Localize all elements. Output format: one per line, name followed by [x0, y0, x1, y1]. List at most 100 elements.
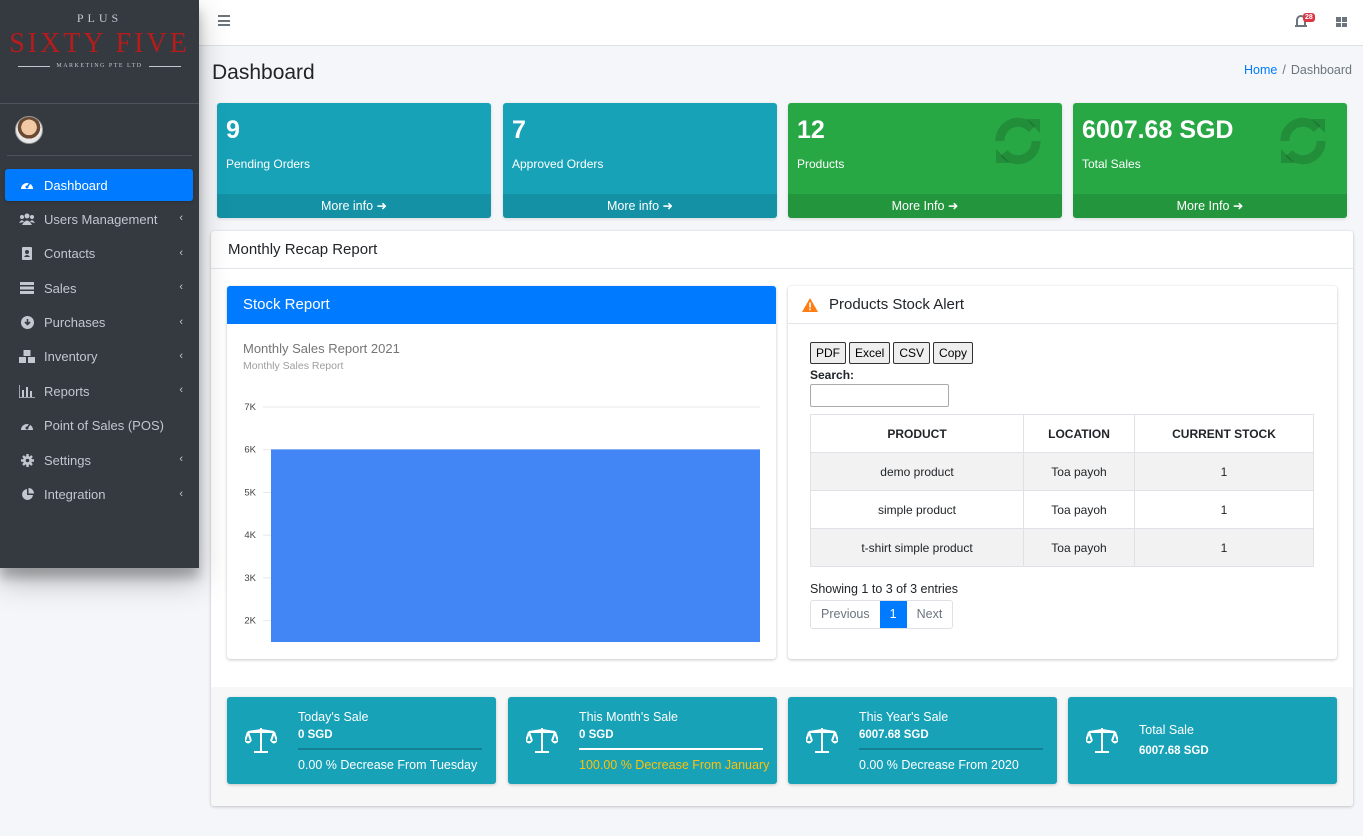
stat-label: Total Sales — [1082, 157, 1141, 171]
tachometer-icon — [19, 419, 35, 433]
progress-bar — [298, 748, 482, 750]
balance-scale-icon — [1086, 728, 1118, 753]
total-sale-box: Total Sale 6007.68 SGD — [1068, 697, 1337, 784]
chevron-left-icon: ‹ — [179, 246, 183, 259]
sidebar-item-users-management[interactable]: Users Management ‹ — [5, 203, 193, 235]
search-input[interactable] — [810, 384, 949, 407]
stat-label: Products — [797, 157, 845, 171]
brand-top: PLUS — [76, 11, 123, 25]
table-cell: 1 — [1134, 452, 1314, 491]
warning-icon — [802, 297, 818, 312]
address-book-icon — [19, 247, 35, 261]
table-row: t-shirt simple product Toa payoh 1 — [810, 528, 1314, 567]
chevron-left-icon: ‹ — [179, 281, 183, 294]
brand-logo[interactable]: PLUS SIXTY FIVE MARKETING PTE LTD — [0, 0, 199, 104]
table-cell: t-shirt simple product — [810, 528, 1024, 567]
csv-button[interactable]: CSV — [893, 342, 931, 364]
table-cell: Toa payoh — [1023, 490, 1135, 529]
table-cell: simple product — [810, 490, 1024, 529]
info-box-title: Today's Sale — [298, 710, 369, 724]
stat-label: Pending Orders — [226, 157, 311, 171]
users-icon — [19, 212, 35, 226]
balance-scale-icon — [526, 728, 558, 753]
top-navbar: 28 — [199, 0, 1363, 46]
stat-box-total-sales: 6007.68 SGD Total Sales More Info ➜ — [1073, 103, 1347, 218]
monthly-recap-card: Monthly Recap Report Stock Report Monthl… — [211, 231, 1353, 806]
table-cell: demo product — [810, 452, 1024, 491]
sidebar-item-label: Purchases — [44, 315, 106, 331]
chevron-left-icon: ‹ — [179, 212, 183, 225]
sidebar-item-purchases[interactable]: Purchases ‹ — [5, 307, 193, 339]
notifications-bell-icon[interactable]: 28 — [1295, 13, 1315, 29]
info-box-description: 100.00 % Decrease From January — [579, 758, 770, 772]
apps-grid-icon[interactable] — [1336, 17, 1347, 27]
sidebar-item-pos[interactable]: Point of Sales (POS) — [5, 410, 193, 442]
y-tick-label: 5K — [244, 487, 256, 498]
sidebar: PLUS SIXTY FIVE MARKETING PTE LTD Dashbo… — [0, 0, 199, 568]
sidebar-item-label: Point of Sales (POS) — [44, 418, 164, 434]
stat-value: 9 — [226, 116, 240, 144]
sidebar-item-label: Sales — [44, 280, 77, 296]
sidebar-item-label: Contacts — [44, 246, 96, 262]
progress-bar — [579, 748, 763, 750]
previous-page-button[interactable]: Previous — [811, 601, 880, 628]
balance-scale-icon — [806, 728, 838, 753]
stat-value: 6007.68 SGD — [1082, 116, 1234, 144]
column-header-product[interactable]: PRODUCT — [810, 414, 1024, 453]
more-info-link[interactable]: More Info ➜ — [788, 194, 1062, 218]
sidebar-item-settings[interactable]: Settings ‹ — [5, 444, 193, 476]
chevron-left-icon: ‹ — [179, 453, 183, 466]
info-box-title: Total Sale — [1139, 723, 1194, 737]
sidebar-item-dashboard[interactable]: Dashboard — [5, 169, 193, 201]
breadcrumb-current: Dashboard — [1290, 63, 1352, 77]
copy-button[interactable]: Copy — [933, 342, 974, 364]
column-header-location[interactable]: LOCATION — [1023, 414, 1135, 453]
more-info-link[interactable]: More info ➜ — [503, 194, 777, 218]
sidebar-item-contacts[interactable]: Contacts ‹ — [5, 238, 193, 270]
next-page-button[interactable]: Next — [907, 601, 953, 628]
stat-value: 12 — [797, 116, 825, 144]
breadcrumb: Home / Dashboard — [1244, 63, 1352, 77]
more-info-link[interactable]: More info ➜ — [217, 194, 491, 218]
sidebar-item-label: Inventory — [44, 349, 98, 365]
more-info-link[interactable]: More Info ➜ — [1073, 194, 1347, 218]
tachometer-icon — [19, 178, 35, 192]
excel-button[interactable]: Excel — [849, 342, 891, 364]
table-cell: Toa payoh — [1023, 528, 1135, 567]
info-box-value: 0 SGD — [298, 729, 333, 741]
table-row: demo product Toa payoh 1 — [810, 452, 1314, 491]
year-sale-box: This Year's Sale 6007.68 SGD 0.00 % Decr… — [788, 697, 1057, 784]
sidebar-item-inventory[interactable]: Inventory ‹ — [5, 341, 193, 373]
today-sale-box: Today's Sale 0 SGD 0.00 % Decrease From … — [227, 697, 496, 784]
export-buttons: PDF Excel CSV Copy — [810, 342, 974, 364]
table-cell: Toa payoh — [1023, 452, 1135, 491]
sidebar-item-sales[interactable]: Sales ‹ — [5, 272, 193, 304]
bar-chart-icon — [19, 384, 35, 398]
breadcrumb-home-link[interactable]: Home — [1244, 63, 1277, 77]
more-info-label: More info — [320, 199, 374, 213]
sidebar-item-label: Settings — [44, 452, 91, 468]
page-1-button[interactable]: 1 — [879, 601, 907, 628]
sidebar-item-reports[interactable]: Reports ‹ — [5, 375, 193, 407]
avatar[interactable] — [15, 115, 43, 144]
stat-value: 7 — [512, 116, 526, 144]
table-info: Showing 1 to 3 of 3 entries — [810, 582, 959, 596]
notification-badge: 28 — [1303, 13, 1315, 22]
stock-report-card: Stock Report Monthly Sales Report 2021 M… — [227, 286, 776, 659]
chart-bar[interactable] — [271, 449, 760, 642]
hamburger-menu-icon[interactable] — [218, 15, 230, 27]
sidebar-item-integration[interactable]: Integration ‹ — [5, 479, 193, 511]
sidebar-nav: Dashboard Users Management ‹ Contacts ‹ … — [0, 169, 199, 511]
column-header-current-stock[interactable]: CURRENT STOCK — [1134, 414, 1314, 453]
info-box-description: 0.00 % Decrease From 2020 — [859, 758, 1019, 772]
sales-chart: 2K 3K 4K 5K 6K 7K — [244, 402, 760, 642]
gear-icon — [19, 453, 35, 467]
table-cell: 1 — [1134, 528, 1314, 567]
chevron-left-icon: ‹ — [179, 315, 183, 328]
more-info-label: More Info — [891, 199, 945, 213]
brand-sub: MARKETING PTE LTD — [56, 63, 143, 69]
page-title: Dashboard — [212, 61, 315, 84]
progress-bar — [859, 748, 1043, 750]
pdf-button[interactable]: PDF — [810, 342, 846, 364]
arrow-right-icon: ➜ — [1232, 199, 1244, 213]
